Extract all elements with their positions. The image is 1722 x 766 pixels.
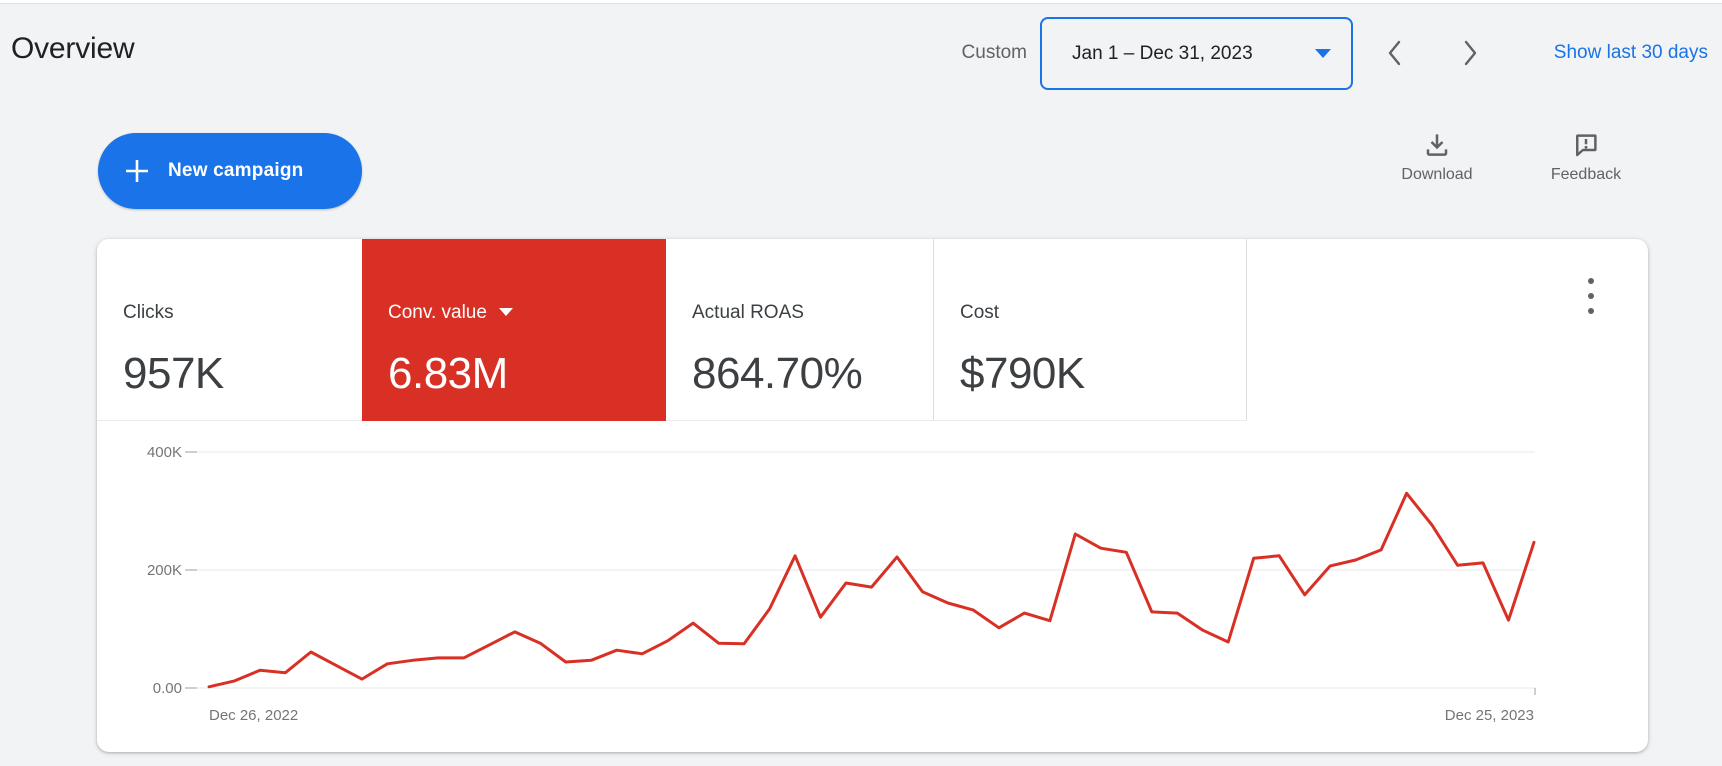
date-next-button[interactable] xyxy=(1448,31,1492,75)
conv-value-series-line xyxy=(209,493,1534,687)
x-axis-start-label: Dec 26, 2022 xyxy=(209,707,298,724)
download-icon xyxy=(1422,130,1452,160)
y-tick-label: 200K xyxy=(147,562,182,579)
chevron-right-icon xyxy=(1457,38,1483,68)
y-tick-label: 400K xyxy=(147,444,182,461)
plus-icon xyxy=(122,156,152,186)
x-axis-end-label: Dec 25, 2023 xyxy=(1445,707,1534,724)
new-campaign-button[interactable]: New campaign xyxy=(98,133,362,209)
date-range-type-label: Custom xyxy=(962,42,1027,64)
date-range-picker[interactable]: Jan 1 – Dec 31, 2023 xyxy=(1040,17,1353,90)
top-hairline xyxy=(0,0,1722,4)
conv-value-chart: 400K 200K 0.00 Dec 26, 2022 Dec 25, 2023 xyxy=(97,239,1648,752)
overview-metrics-panel: Clicks 957K Conv. value 6.83M Actual ROA… xyxy=(97,239,1648,752)
google-ads-overview-page: Overview Custom Jan 1 – Dec 31, 2023 Sho… xyxy=(0,0,1722,766)
download-button[interactable]: Download xyxy=(1395,130,1479,206)
download-label: Download xyxy=(1401,166,1472,184)
chevron-left-icon xyxy=(1382,38,1408,68)
date-range-value: Jan 1 – Dec 31, 2023 xyxy=(1072,43,1253,65)
feedback-button[interactable]: Feedback xyxy=(1544,130,1628,206)
date-prev-button[interactable] xyxy=(1373,31,1417,75)
dropdown-caret-icon xyxy=(1315,49,1331,58)
new-campaign-label: New campaign xyxy=(168,160,303,182)
page-title: Overview xyxy=(11,32,134,66)
feedback-label: Feedback xyxy=(1551,166,1621,184)
y-tick-label: 0.00 xyxy=(153,680,182,697)
feedback-icon xyxy=(1571,130,1601,160)
show-last-30-days-link[interactable]: Show last 30 days xyxy=(1554,42,1708,64)
